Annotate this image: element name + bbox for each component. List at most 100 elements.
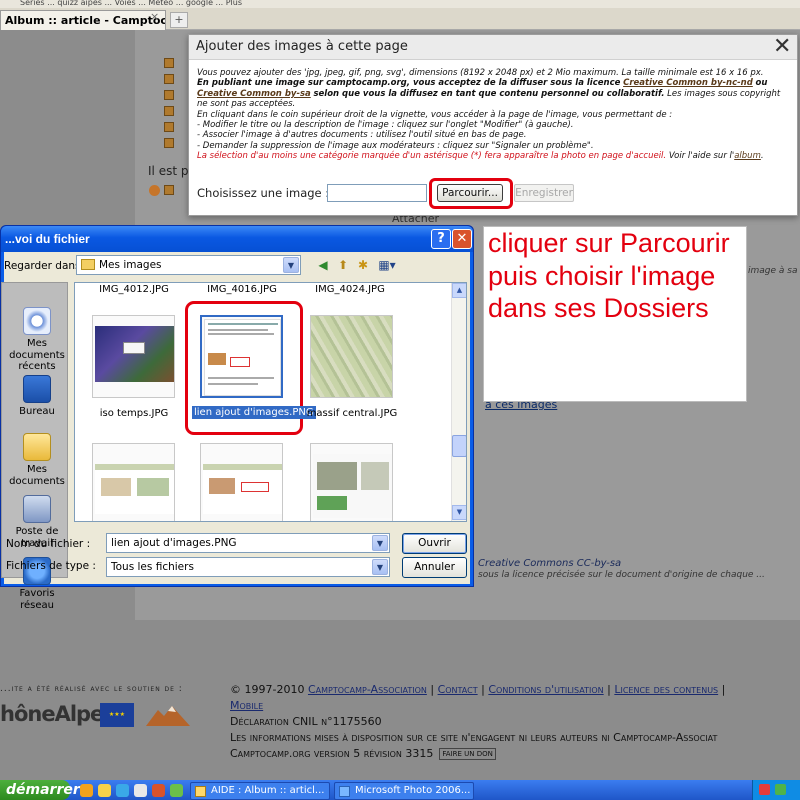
- scrollbar-thumb[interactable]: [452, 435, 466, 457]
- license-link-by-nc-nd[interactable]: Creative Common by-nc-nd: [623, 78, 753, 88]
- bookmarks-bar: Séries ... quizz aipes ... Voies ... Mét…: [0, 0, 800, 8]
- footer-link-conditions[interactable]: Conditions d'utilisation: [488, 683, 603, 696]
- instruction-text: cliquer sur Parcourir puis choisir l'ima…: [488, 228, 730, 323]
- edit-pencil-icon: [164, 74, 174, 84]
- back-icon[interactable]: ◀: [314, 256, 332, 274]
- look-in-select[interactable]: Mes images ▼: [76, 255, 301, 275]
- new-tab-button[interactable]: +: [170, 12, 188, 28]
- desktop-icon: [23, 375, 51, 403]
- close-icon[interactable]: ✕: [452, 229, 472, 249]
- look-in-value: Mes images: [99, 259, 162, 271]
- file-thumbnail[interactable]: [92, 443, 175, 521]
- file-type-label: Fichiers de type :: [6, 560, 96, 572]
- up-folder-icon[interactable]: ⬆: [334, 256, 352, 274]
- dialog-titlebar[interactable]: ...voi du fichier ? ✕: [1, 226, 473, 252]
- eu-flag-logo: ★★★: [100, 703, 134, 727]
- separator: |: [481, 683, 485, 696]
- tray-icon[interactable]: [775, 784, 786, 795]
- edit-pencil-icon: [164, 106, 174, 116]
- upload-panel-title: Ajouter des images à cette page: [196, 39, 408, 54]
- quicklaunch-icon[interactable]: [80, 784, 93, 797]
- edit-pencil-icon: [164, 138, 174, 148]
- upload-panel-header: Ajouter des images à cette page ✕: [189, 35, 797, 60]
- start-button[interactable]: démarrer: [0, 780, 80, 800]
- file-name-input[interactable]: lien ajout d'images.PNG ▼: [106, 533, 390, 553]
- dialog-title: ...voi du fichier: [5, 232, 90, 246]
- system-tray: [752, 780, 800, 800]
- tab-bar: Album :: article - Camptocamp... × +: [0, 8, 800, 30]
- quicklaunch-icon[interactable]: [116, 784, 129, 797]
- tray-icon[interactable]: [759, 784, 770, 795]
- file-name-label[interactable]: IMG_4012.JPG: [79, 284, 189, 295]
- donate-badge[interactable]: FAIRE UN DON: [439, 748, 496, 760]
- cancel-button[interactable]: Annuler: [402, 557, 467, 578]
- scroll-up-icon[interactable]: ▲: [452, 283, 466, 298]
- footer-link-mobile[interactable]: Mobile: [230, 699, 263, 712]
- taskbar-window-button[interactable]: AIDE : Album :: articl...: [190, 782, 330, 800]
- close-icon[interactable]: ✕: [773, 35, 791, 59]
- choose-image-label: Choisissez une image :: [197, 186, 330, 200]
- separator: |: [430, 683, 435, 696]
- place-my-documents[interactable]: Mes documents: [2, 433, 72, 487]
- taskbar-window-button[interactable]: Microsoft Photo 2006...: [334, 782, 474, 800]
- cc-note: sous la licence précisée sur le document…: [478, 570, 765, 580]
- file-name-label[interactable]: IMG_4016.JPG: [187, 284, 297, 295]
- file-thumbnail[interactable]: [92, 315, 175, 398]
- footer-info: © 1997-2010 Camptocamp-Association | Con…: [230, 682, 800, 762]
- scroll-down-icon[interactable]: ▼: [452, 505, 466, 520]
- save-button[interactable]: Enregistrer: [514, 184, 574, 202]
- quicklaunch-icon[interactable]: [152, 784, 165, 797]
- edit-pencil-icon: [164, 122, 174, 132]
- footer-link-contact[interactable]: Contact: [438, 683, 478, 696]
- file-thumbnail[interactable]: [310, 443, 393, 521]
- file-name-label[interactable]: iso temps.JPG: [79, 408, 189, 419]
- file-type-select[interactable]: Tous les fichiers ▼: [106, 557, 390, 577]
- open-button[interactable]: Ouvrir: [402, 533, 467, 554]
- footer-link-association[interactable]: Camptocamp-Association: [308, 683, 427, 696]
- place-desktop[interactable]: Bureau: [2, 375, 72, 418]
- file-name-field-label: Nom du fichier :: [6, 538, 91, 550]
- album-help-link[interactable]: album: [734, 151, 761, 161]
- vertical-scrollbar[interactable]: ▲ ▼: [451, 283, 466, 521]
- folder-icon: [81, 259, 95, 270]
- chevron-down-icon[interactable]: ▼: [372, 535, 388, 551]
- sponsor-label: ...ite a été réalisé avec le soutien de …: [0, 684, 183, 694]
- my-computer-icon: [23, 495, 51, 523]
- browse-button[interactable]: Parcourir...: [437, 184, 503, 202]
- chevron-down-icon[interactable]: ▼: [372, 559, 388, 575]
- version-line: Camptocamp.org version 5 révision 3315 FA…: [230, 746, 800, 762]
- footer-links-line: © 1997-2010 Camptocamp-Association | Con…: [230, 682, 800, 698]
- my-documents-icon: [23, 433, 51, 461]
- add-circle-icon: [149, 185, 160, 196]
- separator: |: [607, 683, 611, 696]
- rhone-alpes-logo: hôneAlpes: [0, 702, 116, 726]
- browser-tab[interactable]: Album :: article - Camptocamp...: [0, 10, 166, 30]
- background-text: Il est p: [148, 164, 189, 178]
- file-name-label[interactable]: massif central.JPG: [297, 408, 407, 419]
- file-thumbnail[interactable]: [310, 315, 393, 398]
- file-upload-dialog: ...voi du fichier ? ✕ Regarder dans : Me…: [0, 225, 474, 611]
- upload-instructions: Vous pouvez ajouter des 'jpg, jpeg, gif,…: [197, 68, 781, 162]
- view-menu-icon[interactable]: ▦▾: [374, 256, 400, 274]
- footer-link-licence[interactable]: Licence des contenus: [614, 683, 718, 696]
- quicklaunch-icon[interactable]: [170, 784, 183, 797]
- cnil-line: Déclaration CNIL n°1175560: [230, 715, 382, 728]
- file-name-label[interactable]: IMG_4024.JPG: [295, 284, 405, 295]
- place-recent[interactable]: Mes documents récents: [2, 307, 72, 373]
- help-icon[interactable]: ?: [431, 229, 451, 249]
- quicklaunch-icon[interactable]: [134, 784, 147, 797]
- cc-license-link: Creative Commons CC-by-sa: [478, 558, 622, 569]
- recent-documents-icon: [23, 307, 51, 335]
- edit-pencil-icon: [164, 90, 174, 100]
- quicklaunch-icon[interactable]: [98, 784, 111, 797]
- edit-pencil-icon: [164, 58, 174, 68]
- tab-close-icon[interactable]: ×: [150, 10, 159, 23]
- license-link-by-sa[interactable]: Creative Common by-sa: [197, 89, 311, 99]
- file-path-input[interactable]: [327, 184, 427, 202]
- new-folder-icon[interactable]: ✱: [354, 256, 372, 274]
- file-thumbnail[interactable]: [200, 443, 283, 521]
- mountain-logo: [146, 706, 190, 726]
- file-list-pane: IMG_4012.JPG IMG_4016.JPG IMG_4024.JPG i…: [74, 282, 467, 522]
- chevron-down-icon[interactable]: ▼: [283, 257, 299, 273]
- edit-pencil-icon: [164, 185, 174, 195]
